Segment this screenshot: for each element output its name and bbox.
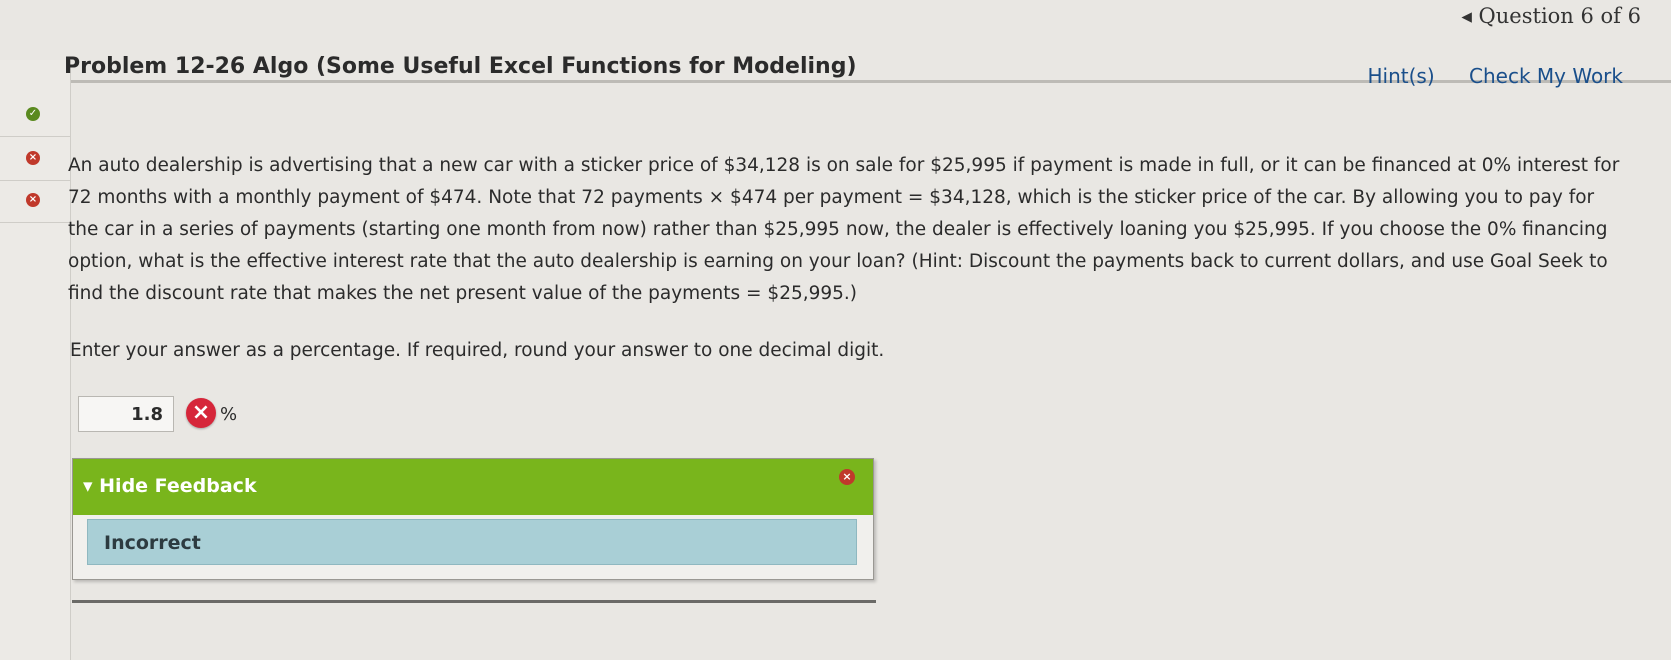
sidebar-item-question-6[interactable]: × [0, 182, 70, 223]
x-circle-icon: × [26, 193, 40, 207]
problem-text: An auto dealership is advertising that a… [68, 155, 1620, 304]
toolbar: Hint(s) Check My Work [1340, 64, 1623, 88]
sidebar-item-question-4[interactable]: ✓ [0, 96, 70, 137]
sidebar-item-question-5[interactable]: × [0, 140, 70, 181]
x-circle-icon: × [26, 151, 40, 165]
feedback-header: ▾ Hide Feedback × [73, 459, 873, 515]
section-divider [72, 600, 876, 603]
check-my-work-link[interactable]: Check My Work [1469, 64, 1623, 88]
check-circle-icon: ✓ [26, 107, 40, 121]
close-feedback-icon[interactable]: × [839, 469, 855, 485]
feedback-panel: ▾ Hide Feedback × Incorrect [72, 458, 874, 580]
answer-instruction: Enter your answer as a percentage. If re… [70, 340, 885, 361]
main-content: Problem 12-26 Algo (Some Useful Excel Fu… [64, 0, 1671, 660]
problem-title: Problem 12-26 Algo (Some Useful Excel Fu… [64, 54, 857, 79]
question-sidebar: ✓ × × [0, 60, 71, 660]
feedback-body: Incorrect [87, 519, 857, 565]
answer-input[interactable] [78, 396, 174, 432]
hide-feedback-toggle[interactable]: ▾ Hide Feedback [83, 475, 257, 497]
percent-unit: % [220, 404, 238, 425]
feedback-result: Incorrect [104, 532, 201, 554]
hide-feedback-label: Hide Feedback [99, 475, 257, 497]
hints-link[interactable]: Hint(s) [1368, 64, 1435, 88]
incorrect-x-icon: × [186, 398, 216, 428]
